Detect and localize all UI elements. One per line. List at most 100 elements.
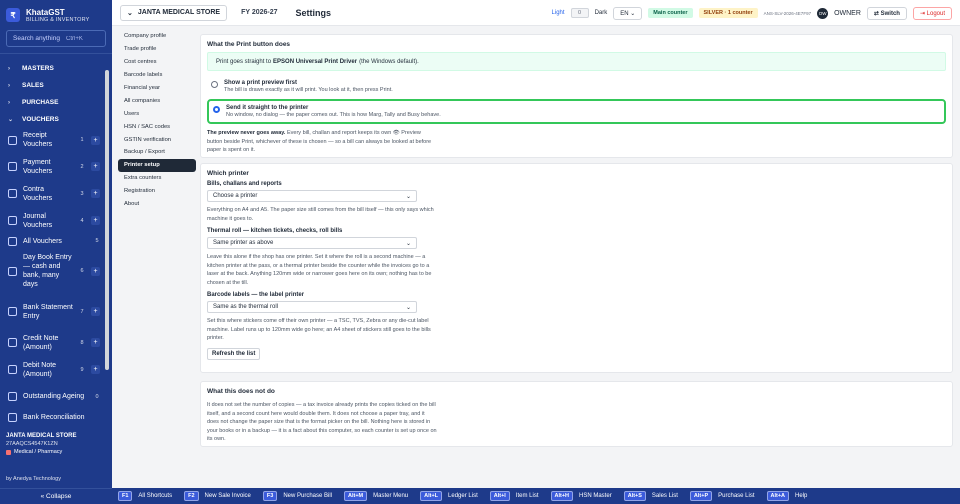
firm-selector[interactable]: ⌄ JANTA MEDICAL STORE [120,4,228,21]
add-icon[interactable]: + [91,266,100,276]
shortcut-key[interactable]: F2 [184,491,199,501]
sidebar-group-label: VOUCHERS [22,116,59,123]
barcode-printer-select[interactable]: Same as the thermal roll ⌄ [207,301,417,313]
sidebar-item[interactable]: Credit Note (Amount) 8 + [0,329,104,356]
chevron-right-icon: › [8,99,10,106]
avatar[interactable]: OW [817,7,829,19]
shortcut-key[interactable]: Alt+M [344,491,368,501]
settings-nav-item[interactable]: Printer setup [118,158,196,172]
settings-nav-item[interactable]: Financial year [118,82,196,95]
sidebar-item[interactable]: Bank Reconciliation [0,410,104,424]
sidebar-item-number: 4 [80,217,84,224]
section-heading: What this does not do [207,388,275,395]
sidebar-scrollbar[interactable] [105,70,109,370]
sidebar-item-number: 5 [95,238,99,244]
settings-nav-item[interactable]: Trade profile [118,43,196,56]
logout-button[interactable]: ⇥ Logout [912,6,952,20]
sidebar-voucher-list: Receipt Vouchers 1 + Payment Vouchers 2 + Cont… [0,127,104,424]
settings-nav-item[interactable]: Company profile [118,30,196,43]
settings-nav-item[interactable]: All companies [118,94,196,107]
voucher-icon [8,307,17,316]
shortcut-label[interactable]: Item List [516,493,539,499]
shortcut-label[interactable]: HSN Master [579,493,612,499]
radio-preview-first[interactable] [211,81,218,88]
bills-printer-select[interactable]: Choose a printer ⌄ [207,190,417,202]
settings-nav-item[interactable]: Registration [118,185,196,198]
sidebar-item[interactable]: Receipt Vouchers 1 + [0,127,104,153]
refresh-list-button[interactable]: Refresh the list [207,347,261,360]
thermal-help: Leave this alone if the shop has one pri… [207,254,432,286]
firm-name: JANTA MEDICAL STORE [137,9,221,16]
option-preview-first[interactable]: Show a print preview first The bill is d… [207,76,946,97]
switch-button[interactable]: ⇄ Switch [866,6,907,20]
light-theme-label[interactable]: Light [552,10,565,16]
shortcut-key[interactable]: F1 [118,491,133,501]
shortcut-key[interactable]: Alt+A [766,491,790,501]
voucher-icon [8,266,17,276]
sidebar-item[interactable]: Payment Vouchers 2 + [0,153,104,180]
collapse-button[interactable]: « Collapse [0,488,112,504]
theme-toggle[interactable]: 0 [570,8,589,18]
radio-straight-to-printer[interactable] [213,106,220,113]
shortcut-label[interactable]: All Shortcuts [138,493,172,499]
brand: ₹ KhataGST BILLING & INVENTORY [0,0,112,30]
add-icon[interactable]: + [91,338,100,347]
sidebar-item[interactable]: Outstanding Ageing 0 [0,383,104,410]
sidebar-group-sales[interactable]: › SALES [0,77,112,94]
settings-nav-item[interactable]: HSN / SAC codes [118,120,196,133]
option-straight-to-printer[interactable]: Send it straight to the printer No windo… [207,99,946,124]
settings-nav-item[interactable]: GSTIN verification [118,133,196,146]
settings-nav-item[interactable]: Users [118,107,196,120]
voucher-icon [8,338,17,347]
banner-printer: EPSON Universal Print Driver [273,58,358,65]
settings-nav-item[interactable]: Backup / Export [118,146,196,159]
search-shortcut: Ctrl+K [65,35,83,42]
settings-nav-item[interactable]: Barcode labels [118,69,196,82]
shortcut-label[interactable]: Ledger List [448,493,478,499]
shortcut-key[interactable]: Alt+P [689,491,713,501]
sidebar-group-label: MASTERS [22,65,54,72]
sidebar-item[interactable]: Debit Note (Amount) 9 + [0,356,104,383]
shortcut-key[interactable]: Alt+H [550,491,574,501]
thermal-printer-select[interactable]: Same printer as above ⌄ [207,237,417,249]
section-heading: What the Print button does [207,41,291,48]
add-icon[interactable]: + [91,216,100,225]
shortcut-label[interactable]: Sales List [652,493,678,499]
sidebar-item[interactable]: All Vouchers 5 [0,234,104,248]
settings-nav-item[interactable]: Extra counters [118,172,196,185]
top-header: ⌄ JANTA MEDICAL STORE FY 2026-27 Setting… [112,0,960,26]
shortcut-key[interactable]: Alt+L [420,491,443,501]
shortcut-label[interactable]: Help [795,493,807,499]
option-desc: The bill is drawn exactly as it will pri… [224,87,393,93]
sidebar-item[interactable]: Bank Statement Entry 7 + [0,294,104,329]
sidebar-search-input[interactable]: Search anything Ctrl+K [6,30,106,47]
sidebar-item[interactable]: Contra Vouchers 3 + [0,180,104,207]
sidebar-company: JANTA MEDICAL STORE 27AAQCS4547K1ZN Medi… [0,433,112,455]
shortcut-label[interactable]: New Purchase Bill [283,493,332,499]
sidebar-group-purchase[interactable]: › PURCHASE [0,94,112,111]
voucher-icon [8,365,17,374]
sidebar-item[interactable]: Journal Vouchers 4 + [0,207,104,234]
settings-nav-item[interactable]: Cost centres [118,56,196,69]
dark-theme-label[interactable]: Dark [595,10,608,16]
language-select[interactable]: EN ⌄ [613,6,643,20]
add-icon[interactable]: + [91,365,100,374]
sidebar-item[interactable]: Day Book Entry — cash and bank, many day… [0,248,104,294]
barcode-printer-value: Same as the thermal roll [213,304,279,310]
sidebar-group-vouchers[interactable]: ⌄ VOUCHERS [0,111,112,128]
voucher-icon [8,135,17,145]
shortcut-key[interactable]: Alt+S [623,491,646,501]
shortcut-label[interactable]: New Sale Invoice [205,493,251,499]
financial-year[interactable]: FY 2026-27 [241,9,277,16]
shortcut-key[interactable]: Alt+I [489,491,510,501]
shortcut-key[interactable]: F3 [262,491,278,501]
shortcut-label[interactable]: Purchase List [718,493,754,499]
add-icon[interactable]: + [91,162,100,171]
shortcut-label[interactable]: Master Menu [373,493,408,499]
option-title: Show a print preview first [224,80,298,86]
add-icon[interactable]: + [91,307,100,316]
add-icon[interactable]: + [91,189,100,198]
settings-nav-item[interactable]: About [118,198,196,211]
add-icon[interactable]: + [91,135,100,145]
sidebar-group-masters[interactable]: › MASTERS [0,60,112,77]
